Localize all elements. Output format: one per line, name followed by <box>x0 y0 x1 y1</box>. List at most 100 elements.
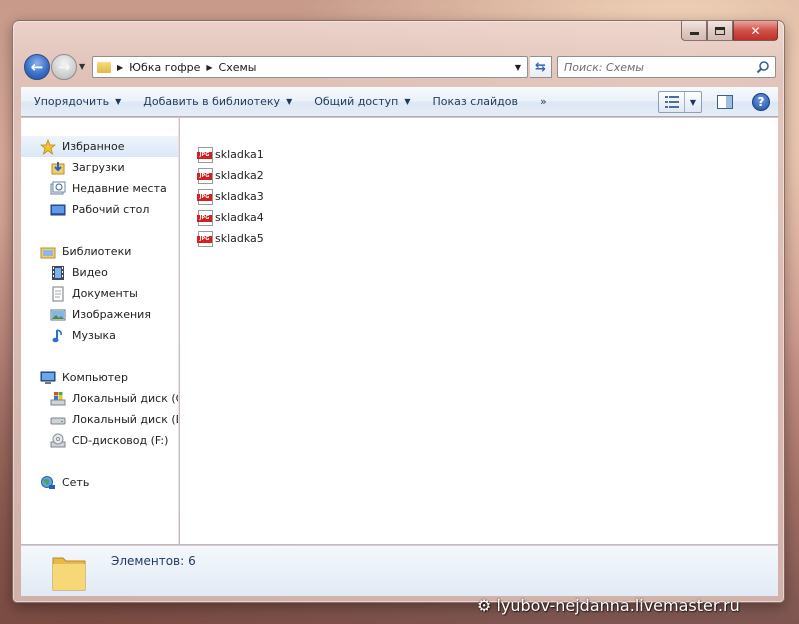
address-history-dropdown[interactable]: ▼ <box>511 57 525 77</box>
sidebar-item-pictures[interactable]: Изображения <box>21 304 178 325</box>
item-count-label: Элементов: <box>111 554 185 568</box>
help-icon: ? <box>757 95 765 109</box>
desktop-icon <box>50 202 66 218</box>
sidebar-item-music[interactable]: Музыка <box>21 325 178 346</box>
sidebar-item-video[interactable]: Видео <box>21 262 178 283</box>
recent-places-icon <box>50 181 66 197</box>
file-item[interactable]: JPG skladka4 <box>197 207 264 228</box>
breadcrumb-schemes[interactable]: Схемы <box>219 61 257 74</box>
file-item[interactable]: JPG skladka1 <box>197 144 264 165</box>
sidebar-group-label: Избранное <box>62 140 125 153</box>
search-input[interactable] <box>564 60 764 74</box>
folder-icon <box>97 61 111 73</box>
sidebar-item-label: Музыка <box>72 329 116 342</box>
slideshow-label: Показ слайдов <box>432 95 519 108</box>
refresh-button[interactable]: ⇆ <box>530 56 552 78</box>
sidebar-item-label: CD-дисковод (F:) <box>72 434 169 447</box>
help-button[interactable]: ? <box>752 93 770 111</box>
item-count-value: 6 <box>188 554 196 568</box>
share-label: Общий доступ <box>314 95 399 108</box>
sidebar-group-network[interactable]: Сеть <box>21 472 178 493</box>
back-arrow-icon: ← <box>30 58 44 76</box>
watermark-text: lyubov-nejdanna.livemaster.ru <box>496 596 740 615</box>
more-commands-icon: » <box>540 95 547 108</box>
star-icon <box>40 138 56 155</box>
details-pane: Элементов: 6 <box>21 545 778 596</box>
jpg-file-icon: JPG <box>197 146 213 163</box>
sidebar-item-label: Документы <box>72 287 138 300</box>
sidebar-item-label: Недавние места <box>72 182 167 195</box>
windows-drive-icon <box>50 391 66 407</box>
breadcrumb-separator-icon[interactable]: ▶ <box>117 63 123 72</box>
sidebar-item-label: Локальный диск (E: <box>72 413 179 426</box>
sidebar-item-label: Рабочий стол <box>72 203 150 216</box>
sidebar-item-local-disk-e[interactable]: Локальный диск (E: <box>21 409 178 430</box>
music-icon <box>50 328 66 344</box>
preview-pane-icon <box>717 95 733 109</box>
view-controls: ▼ ? <box>658 91 770 113</box>
organize-button[interactable]: Упорядочить ▼ <box>21 87 130 117</box>
explorer-window: ✕ ← → ▼ ▶ Юбка гофре ▶ Схемы ▼ ⇆ Упорядо… <box>12 20 785 603</box>
back-button[interactable]: ← <box>24 54 50 80</box>
pictures-icon <box>50 307 66 323</box>
file-name: skladka3 <box>215 190 264 203</box>
search-icon[interactable] <box>756 60 770 74</box>
file-name: skladka2 <box>215 169 264 182</box>
file-list: JPG skladka1 JPG skladka2 JPG skladka3 J… <box>180 118 778 544</box>
video-icon <box>50 265 66 281</box>
change-view-button[interactable]: ▼ <box>658 91 702 113</box>
documents-icon <box>50 286 66 302</box>
jpg-file-icon: JPG <box>197 230 213 247</box>
caption-buttons: ✕ <box>681 21 778 41</box>
chevron-down-icon: ▼ <box>115 97 122 106</box>
sidebar-group-favorites[interactable]: Избранное <box>21 136 178 157</box>
sidebar-group-label: Сеть <box>62 476 90 489</box>
sidebar-item-local-disk-c[interactable]: Локальный диск (C <box>21 388 178 409</box>
forward-button[interactable]: → <box>51 54 77 80</box>
computer-icon <box>40 370 56 386</box>
file-item[interactable]: JPG skladka5 <box>197 228 264 249</box>
sidebar-item-downloads[interactable]: Загрузки <box>21 157 178 178</box>
sidebar-item-cd-drive[interactable]: CD-дисковод (F:) <box>21 430 178 451</box>
chevron-down-icon[interactable]: ▼ <box>685 98 701 107</box>
sidebar-item-desktop[interactable]: Рабочий стол <box>21 199 178 220</box>
cd-drive-icon <box>50 433 66 449</box>
minimize-button[interactable] <box>681 21 707 41</box>
command-bar: Упорядочить ▼ Добавить в библиотеку ▼ Общи… <box>21 87 778 117</box>
more-commands-button[interactable]: » <box>527 87 556 117</box>
downloads-icon <box>50 160 66 176</box>
add-to-library-button[interactable]: Добавить в библиотеку ▼ <box>130 87 301 117</box>
recent-pages-dropdown[interactable]: ▼ <box>79 62 89 72</box>
close-button[interactable]: ✕ <box>733 21 778 41</box>
close-icon: ✕ <box>750 23 761 38</box>
search-box[interactable] <box>557 56 776 78</box>
sidebar-item-label: Видео <box>72 266 108 279</box>
sidebar-item-recent-places[interactable]: Недавние места <box>21 178 178 199</box>
sidebar-item-label: Изображения <box>72 308 151 321</box>
breadcrumb-skirt[interactable]: Юбка гофре <box>129 61 200 74</box>
preview-pane-button[interactable] <box>714 91 736 113</box>
minimize-icon <box>689 32 699 35</box>
organize-label: Упорядочить <box>34 95 110 108</box>
sidebar-group-computer[interactable]: Компьютер <box>21 367 178 388</box>
chevron-down-icon: ▼ <box>404 97 411 106</box>
file-name: skladka4 <box>215 211 264 224</box>
navigation-pane: Избранное Загрузки Недавние места Рабочи… <box>21 118 179 544</box>
address-bar[interactable]: ▶ Юбка гофре ▶ Схемы ▼ <box>92 56 528 78</box>
sidebar-group-label: Компьютер <box>62 371 128 384</box>
item-count: Элементов: 6 <box>111 554 196 568</box>
file-item[interactable]: JPG skladka3 <box>197 186 264 207</box>
sidebar-group-libraries[interactable]: Библиотеки <box>21 241 178 262</box>
maximize-button[interactable] <box>707 21 733 41</box>
file-item[interactable]: JPG skladka2 <box>197 165 264 186</box>
breadcrumb-separator-icon[interactable]: ▶ <box>206 63 212 72</box>
chevron-down-icon: ▼ <box>514 62 522 72</box>
sidebar-group-label: Библиотеки <box>62 245 132 258</box>
watermark: ⚙ lyubov-nejdanna.livemaster.ru <box>477 596 740 615</box>
slideshow-button[interactable]: Показ слайдов <box>419 87 527 117</box>
file-name: skladka5 <box>215 232 264 245</box>
file-name: skladka1 <box>215 148 264 161</box>
sidebar-item-documents[interactable]: Документы <box>21 283 178 304</box>
gear-icon: ⚙ <box>477 596 492 615</box>
share-button[interactable]: Общий доступ ▼ <box>301 87 419 117</box>
